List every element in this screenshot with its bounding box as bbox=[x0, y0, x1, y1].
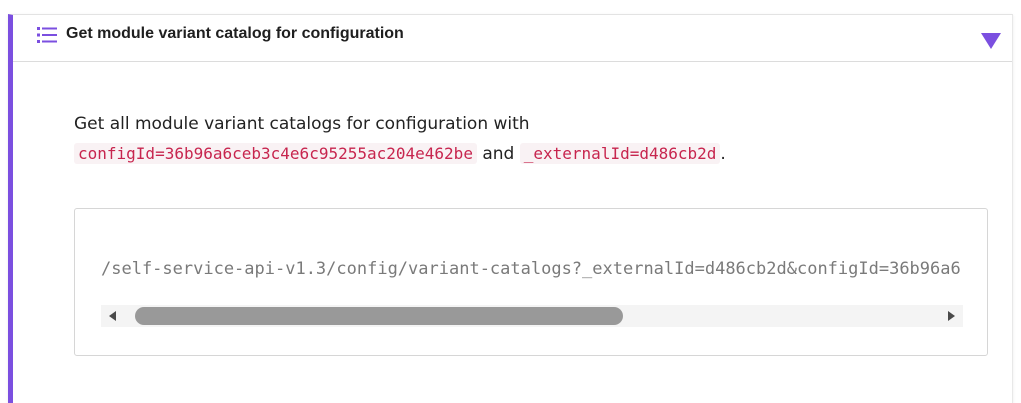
code-block: /self-service-api-v1.3/config/variant-ca… bbox=[74, 208, 988, 356]
config-id-code: configId=36b96a6ceb3c4e6c95255ac204e462b… bbox=[74, 143, 477, 164]
list-icon bbox=[37, 27, 57, 43]
description-line-2: configId=36b96a6ceb3c4e6c95255ac204e462b… bbox=[74, 139, 994, 169]
description-text: Get all module variant catalogs for conf… bbox=[74, 114, 530, 134]
external-id-code: _externalId=d486cb2d bbox=[519, 143, 721, 164]
description: Get all module variant catalogs for conf… bbox=[74, 109, 994, 169]
step-card: Get module variant catalog for configura… bbox=[8, 14, 1013, 403]
card-title: Get module variant catalog for configura… bbox=[66, 25, 404, 42]
horizontal-scrollbar[interactable] bbox=[101, 305, 963, 327]
scrollbar-thumb[interactable] bbox=[135, 307, 623, 325]
scroll-right-arrow-icon[interactable] bbox=[948, 311, 955, 321]
card-header[interactable]: Get module variant catalog for configura… bbox=[13, 15, 1012, 62]
scroll-left-arrow-icon[interactable] bbox=[109, 311, 116, 321]
description-period: . bbox=[720, 144, 726, 164]
request-url-code: /self-service-api-v1.3/config/variant-ca… bbox=[101, 259, 961, 279]
description-conjunction: and bbox=[482, 144, 515, 164]
triangle-down-icon[interactable] bbox=[980, 32, 1002, 50]
code-scroll-area[interactable]: /self-service-api-v1.3/config/variant-ca… bbox=[101, 255, 961, 283]
